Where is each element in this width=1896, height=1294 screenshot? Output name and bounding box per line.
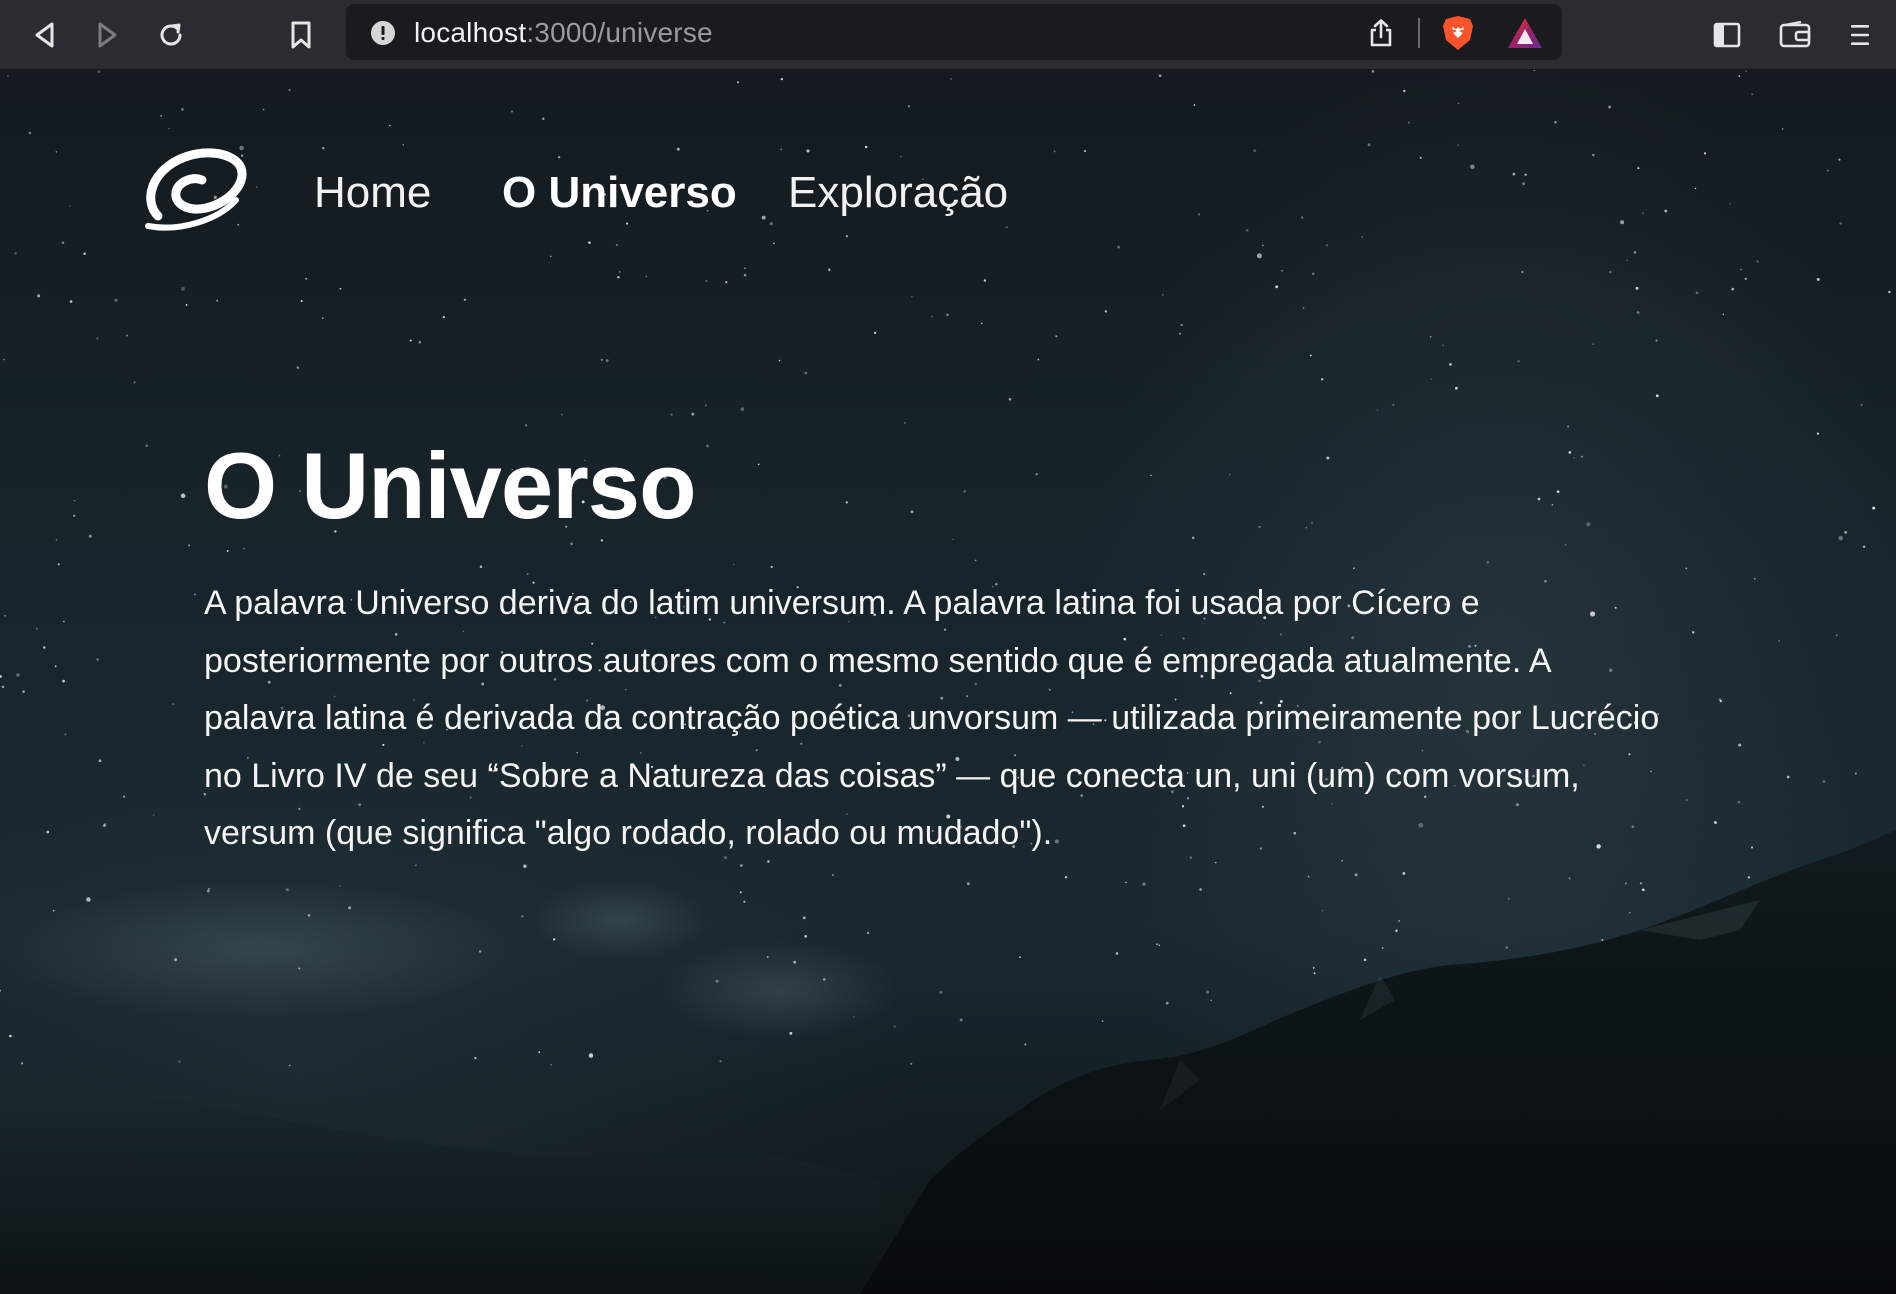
- url-host: localhost: [414, 17, 527, 48]
- main-content: O Universo A palavra Universo deriva do …: [204, 434, 1664, 863]
- nav-link-exploration[interactable]: Exploração: [788, 168, 1008, 218]
- sidebar-icon: [1713, 22, 1741, 48]
- page-paragraph: A palavra Universo deriva do latim unive…: [204, 584, 1660, 853]
- url-path: :3000/universe: [526, 17, 713, 48]
- brave-shields-icon[interactable]: [1440, 14, 1476, 52]
- browser-toolbar: localhost:3000/universe: [0, 0, 1896, 70]
- back-arrow-icon: [35, 22, 54, 48]
- forward-arrow-icon: [98, 22, 117, 48]
- reload-icon: [160, 23, 182, 46]
- menu-icon: [1851, 25, 1869, 45]
- share-icon[interactable]: [1366, 18, 1396, 48]
- brave-rewards-icon[interactable]: [1506, 16, 1544, 50]
- url-text[interactable]: localhost:3000/universe: [414, 17, 713, 49]
- bookmark-button[interactable]: [280, 14, 322, 56]
- reload-button[interactable]: [150, 14, 192, 56]
- nav-link-universe[interactable]: O Universo: [502, 168, 737, 218]
- sidebar-button[interactable]: [1706, 14, 1748, 56]
- wallet-icon: [1779, 21, 1811, 48]
- menu-button[interactable]: [1842, 14, 1878, 56]
- bookmark-icon: [291, 21, 311, 49]
- page-title: O Universo: [204, 433, 697, 538]
- address-bar[interactable]: localhost:3000/universe: [346, 4, 1562, 60]
- forward-button[interactable]: [86, 14, 128, 56]
- nav-link-home[interactable]: Home: [314, 168, 431, 218]
- toolbar-separator: [1418, 18, 1420, 48]
- back-button[interactable]: [24, 14, 66, 56]
- site-navbar: Home O Universo Exploração: [0, 70, 1896, 260]
- swirl-logo-icon[interactable]: [140, 146, 248, 232]
- info-icon[interactable]: [370, 20, 396, 46]
- page-viewport: Home O Universo Exploração O Universo A …: [0, 70, 1896, 1294]
- wallet-button[interactable]: [1774, 14, 1816, 56]
